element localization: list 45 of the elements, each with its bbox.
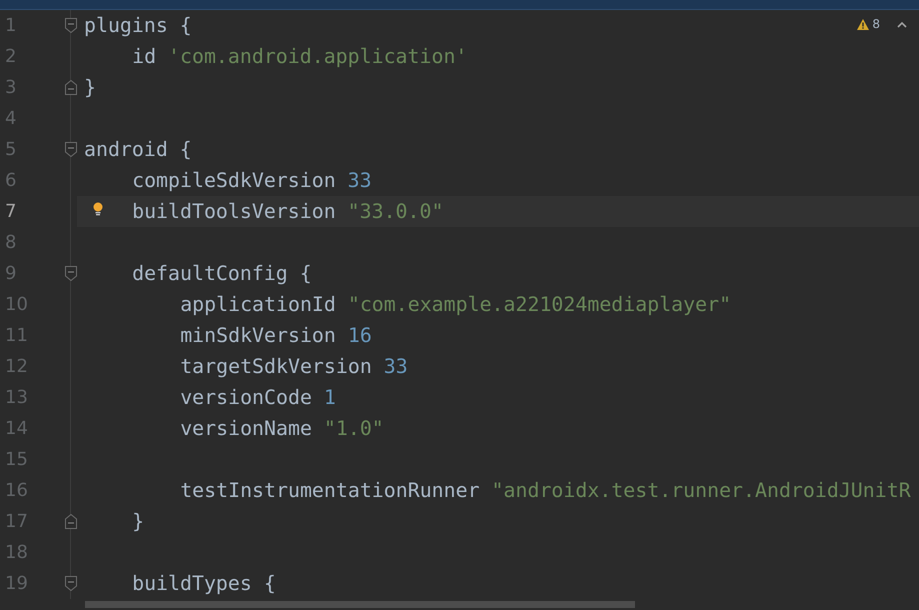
code-line: versionName "1.0" <box>180 417 384 440</box>
line-number: 3 <box>4 77 18 98</box>
line-number: 8 <box>4 232 18 253</box>
line-number: 18 <box>4 542 29 563</box>
code-line: applicationId "com.example.a221024mediaplayer" <box>180 293 732 316</box>
fold-icon[interactable] <box>65 18 77 33</box>
code-line: } <box>84 76 96 99</box>
line-number: 11 <box>4 325 29 346</box>
line-number: 19 <box>4 573 29 594</box>
line-number: 13 <box>4 387 29 408</box>
code-line: } <box>132 510 144 533</box>
fold-icon[interactable] <box>65 142 77 157</box>
lightbulb-icon[interactable] <box>93 202 103 216</box>
code-line: testInstrumentationRunner "androidx.test.runner.AndroidJUnitR <box>180 479 911 502</box>
line-number: 12 <box>4 356 29 377</box>
line-number: 15 <box>4 449 29 470</box>
code-line: defaultConfig { <box>132 262 312 285</box>
caret-up-icon[interactable] <box>897 20 907 28</box>
line-number: 6 <box>4 170 18 191</box>
line-number: 5 <box>4 139 18 160</box>
code-line: minSdkVersion 16 <box>180 324 372 347</box>
code-line: id 'com.android.application' <box>132 45 468 68</box>
fold-icon[interactable] <box>65 266 77 281</box>
line-number: 16 <box>4 480 29 501</box>
line-number: 9 <box>4 263 18 284</box>
code-line: buildTypes { <box>132 572 276 595</box>
line-number: 17 <box>4 511 29 532</box>
line-number: 2 <box>4 46 18 67</box>
fold-icon[interactable] <box>65 576 77 591</box>
line-number: 10 <box>4 294 29 315</box>
horizontal-scrollbar[interactable] <box>85 601 635 608</box>
warning-icon[interactable] <box>857 18 870 30</box>
code-line: compileSdkVersion 33 <box>132 169 372 192</box>
fold-icon[interactable] <box>65 80 77 95</box>
warning-count[interactable]: 8 <box>872 17 880 31</box>
line-number: 7 <box>4 201 18 222</box>
code-line: plugins { <box>84 14 192 37</box>
code-line: targetSdkVersion 33 <box>180 355 408 378</box>
code-line: android { <box>84 138 192 161</box>
code-line: buildToolsVersion "33.0.0" <box>132 200 444 223</box>
fold-icon[interactable] <box>65 514 77 529</box>
line-number: 4 <box>4 108 18 129</box>
code-line: versionCode 1 <box>180 386 336 409</box>
line-number: 1 <box>4 15 18 36</box>
line-number: 14 <box>4 418 29 439</box>
